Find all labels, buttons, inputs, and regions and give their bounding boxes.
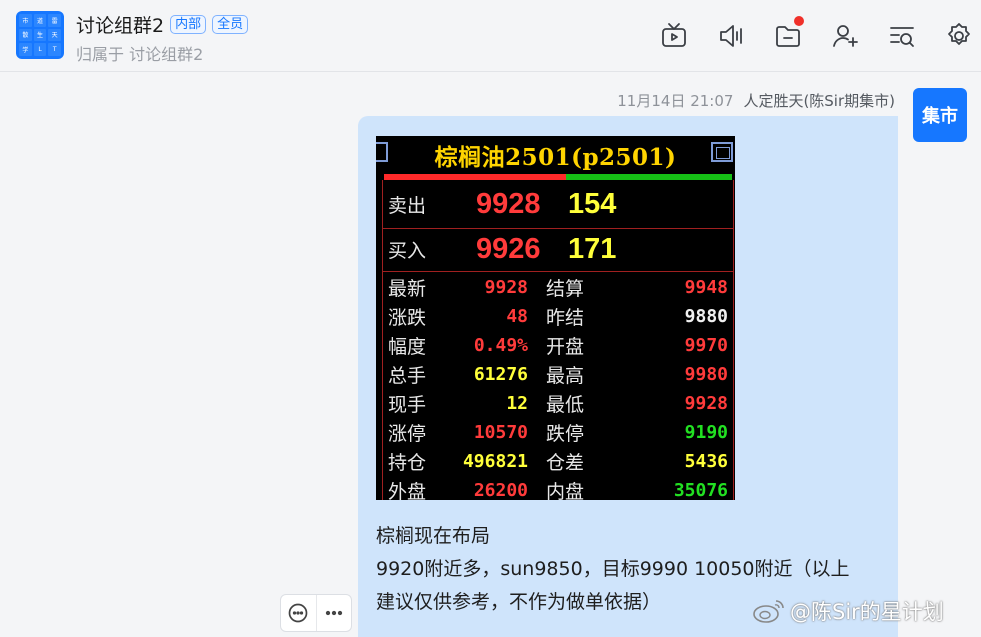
watermark-text: @陈Sir的星计划 xyxy=(790,600,944,624)
quote-label: 跌停 xyxy=(546,423,585,445)
buy-row: 买入 9926 171 xyxy=(388,229,616,269)
avatar-cell: 生 xyxy=(33,28,47,42)
header-toolbar xyxy=(656,16,977,54)
quote-label: 开盘 xyxy=(546,336,585,358)
quote-row: 幅度 0.49% 开盘 9970 xyxy=(388,331,728,360)
quote-value: 0.49% xyxy=(473,335,528,356)
weibo-icon xyxy=(753,600,784,623)
quote-label: 涨跌 xyxy=(388,307,427,329)
quote-row: 涨停 10570 跌停 9190 xyxy=(388,418,728,447)
quote-label: 内盘 xyxy=(546,481,585,500)
quote-value: 9190 xyxy=(684,422,728,443)
sell-price: 9928 xyxy=(476,187,541,220)
quote-label: 最高 xyxy=(546,365,585,387)
chat-header: 市 道 雷 散 生 天 学 L T 讨论组群2 内部 全员 归属于 讨论组群2 xyxy=(0,0,981,72)
sell-label: 卖出 xyxy=(388,194,427,217)
buy-price: 9926 xyxy=(476,232,541,265)
quote-title: 棕榈油2501(p2501) xyxy=(434,144,677,171)
message-line: 棕榈现在布局 xyxy=(376,525,491,547)
sender-avatar[interactable]: 集市 xyxy=(913,88,967,142)
avatar-cell: L xyxy=(33,43,47,56)
quote-value: 35076 xyxy=(673,480,728,500)
quote-value: 9880 xyxy=(684,306,728,327)
quote-value: 9928 xyxy=(484,277,528,298)
message-sender[interactable]: 人定胜天(陈Sir期集市) xyxy=(743,90,895,111)
quote-label: 涨停 xyxy=(388,423,427,445)
quote-value: 9970 xyxy=(684,335,728,356)
quote-value: 48 xyxy=(506,306,528,327)
quote-value: 5436 xyxy=(684,451,728,472)
group-title[interactable]: 讨论组群2 xyxy=(76,11,164,38)
buy-label: 买入 xyxy=(388,239,427,262)
quote-row: 持仓 496821 仓差 5436 xyxy=(388,447,728,476)
window-box-icon xyxy=(711,142,733,162)
quote-value: 9948 xyxy=(684,277,728,298)
message-line: 9920附近多，sun9850，目标9990 10050附近（以上 xyxy=(376,558,850,580)
quote-label: 现手 xyxy=(388,394,427,416)
quote-label: 结算 xyxy=(546,278,585,300)
quote-row: 涨跌 48 昨结 9880 xyxy=(388,302,728,331)
quote-value: 496821 xyxy=(462,451,528,472)
avatar-cell: 散 xyxy=(19,28,32,42)
quote-label: 最新 xyxy=(388,278,427,300)
search-list-icon[interactable] xyxy=(884,18,920,54)
quote-row: 外盘 26200 内盘 35076 xyxy=(388,476,728,500)
buy-volume: 171 xyxy=(568,232,617,265)
title-row: 讨论组群2 内部 全员 xyxy=(76,11,249,38)
gear-icon[interactable] xyxy=(941,18,977,54)
quote-label: 昨结 xyxy=(546,307,585,329)
quote-value: 12 xyxy=(506,393,528,414)
message-timestamp: 11月14日 21:07 xyxy=(617,92,734,110)
divider xyxy=(382,271,734,272)
quote-row: 最新 9928 结算 9948 xyxy=(388,273,728,302)
quote-value: 9980 xyxy=(684,364,728,385)
sell-volume: 154 xyxy=(568,187,617,220)
comment-icon[interactable] xyxy=(281,595,316,631)
quote-row: 现手 12 最低 9928 xyxy=(388,389,728,418)
quote-value: 10570 xyxy=(473,422,528,443)
tag-internal: 内部 xyxy=(170,15,207,34)
add-user-icon[interactable] xyxy=(827,18,863,54)
message-meta: 11月14日 21:07 人定胜天(陈Sir期集市) xyxy=(617,90,895,111)
avatar-cell: T xyxy=(48,43,61,56)
quote-label: 仓差 xyxy=(546,452,585,474)
quote-label: 持仓 xyxy=(388,452,427,474)
avatar-cell: 道 xyxy=(33,14,47,27)
avatar-cell: 天 xyxy=(48,28,61,42)
quote-label: 总手 xyxy=(388,365,427,387)
watermark: @陈Sir的星计划 xyxy=(752,596,944,626)
avatar-cell: 学 xyxy=(19,43,32,56)
avatar-cell: 雷 xyxy=(48,14,61,27)
quote-label: 外盘 xyxy=(388,481,427,500)
tag-all-members: 全员 xyxy=(212,15,249,34)
quote-value: 9928 xyxy=(684,393,728,414)
avatar-cell: 市 xyxy=(19,14,32,27)
quote-value: 26200 xyxy=(473,480,528,500)
more-icon[interactable] xyxy=(315,595,351,631)
quote-value: 61276 xyxy=(473,364,528,385)
group-avatar[interactable]: 市 道 雷 散 生 天 学 L T xyxy=(16,11,64,59)
notification-dot xyxy=(794,16,804,26)
quote-row: 总手 61276 最高 9980 xyxy=(388,360,728,389)
folder-icon[interactable] xyxy=(770,16,806,54)
sell-row: 卖出 9928 154 xyxy=(388,184,616,224)
group-subtitle: 归属于 讨论组群2 xyxy=(76,45,204,64)
quote-label: 最低 xyxy=(546,394,585,416)
speaker-icon[interactable] xyxy=(713,18,749,54)
quote-image[interactable]: 棕榈油2501(p2501) 卖出 9928 154 买入 9926 171 最… xyxy=(376,136,735,500)
message-actions xyxy=(280,594,352,632)
tv-icon[interactable] xyxy=(656,18,692,54)
quote-label: 幅度 xyxy=(388,336,427,358)
